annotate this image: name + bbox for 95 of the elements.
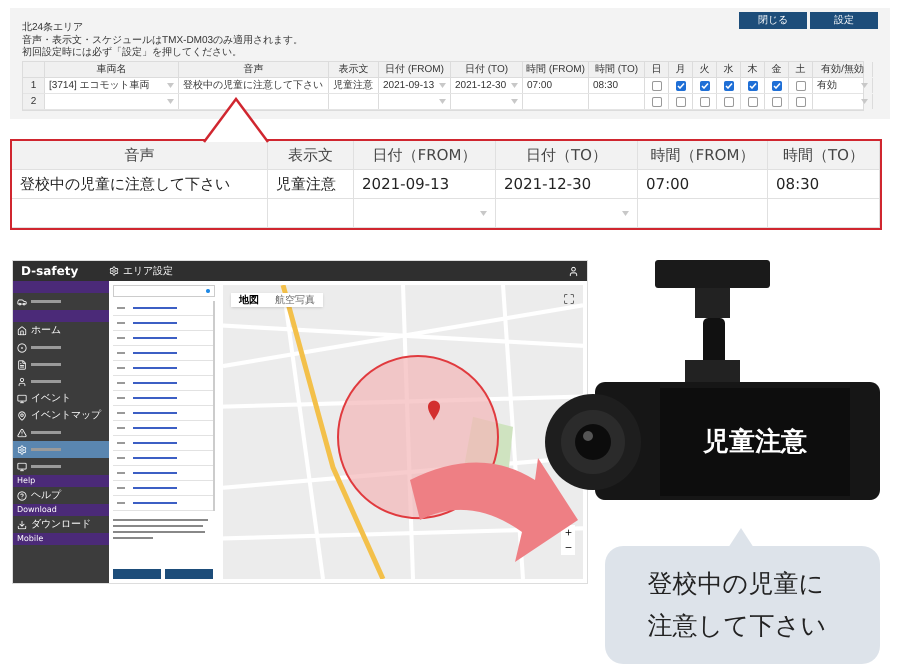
column-header: 音声: [179, 62, 329, 77]
status-select[interactable]: 有効: [813, 78, 873, 93]
column-header: 火: [693, 62, 717, 77]
checkbox[interactable]: [724, 96, 734, 106]
column-header: 表示文: [329, 62, 379, 77]
menu-icon: [17, 296, 27, 306]
note-text: 音声・表示文・スケジュールはTMX-DM03のみ適用されます。: [22, 35, 304, 46]
checkbox[interactable]: [748, 80, 758, 90]
column-header: 時間 (TO): [589, 62, 645, 77]
column-header: 時間（TO）: [768, 141, 880, 169]
column-header: 月: [669, 62, 693, 77]
column-header: 時間（FROM）: [638, 141, 768, 169]
settings-icon: [109, 266, 119, 276]
column-header: 金: [765, 62, 789, 77]
blurred-label: [31, 363, 61, 366]
bubble-text: 登校中の児童に注意して下さい: [648, 568, 828, 642]
sidebar-item[interactable]: ヘルプ: [13, 487, 109, 504]
menu-icon: [17, 394, 27, 404]
column-header: 日付（TO）: [496, 141, 638, 169]
menu-icon: [17, 410, 27, 420]
map-type-tab[interactable]: 地図: [231, 293, 267, 307]
area-title: 北24条エリア: [22, 20, 84, 34]
checkbox[interactable]: [700, 80, 710, 90]
sidebar-section-header: Mobile: [13, 533, 109, 545]
table-cell: 2021-12-30: [496, 170, 638, 198]
blurred-label: [31, 300, 61, 303]
checkbox[interactable]: [772, 96, 782, 106]
table-cell: 児童注意: [329, 78, 379, 93]
table-cell: 07:00: [523, 78, 589, 93]
table-cell: 登校中の児童に注意して下さい: [12, 170, 268, 198]
sidebar-item[interactable]: ホーム: [13, 322, 109, 339]
checkbox[interactable]: [676, 80, 686, 90]
checkbox[interactable]: [652, 96, 662, 106]
panel-button[interactable]: 閉じる: [739, 12, 807, 29]
column-header: 時間 (FROM): [523, 62, 589, 77]
column-header: 木: [741, 62, 765, 77]
checkbox[interactable]: [796, 80, 806, 90]
menu-icon: [17, 360, 27, 370]
table-cell: 2021-09-13: [354, 170, 496, 198]
sidebar-item[interactable]: ダウンロード: [13, 516, 109, 533]
checkbox[interactable]: [724, 80, 734, 90]
zoom-control[interactable]: [561, 525, 575, 555]
checkbox[interactable]: [652, 80, 662, 90]
column-header: 日: [645, 62, 669, 77]
table-cell: 08:30: [589, 78, 645, 93]
date-select[interactable]: 2021-09-13: [379, 78, 451, 93]
menu-icon: [17, 462, 27, 472]
zoom-in-icon[interactable]: [564, 528, 572, 537]
screen-text: 児童注意: [703, 426, 807, 458]
sidebar-section-header: Download: [13, 504, 109, 516]
note-text: 初回設定時には必ず「設定」を押してください。: [22, 47, 243, 59]
column-header: 有効/無効: [813, 62, 873, 77]
page-title: エリア設定: [123, 264, 173, 278]
table-cell: 児童注意: [268, 170, 354, 198]
menu-icon: [17, 342, 27, 352]
blurred-label: [31, 431, 61, 434]
menu-icon: [17, 376, 27, 386]
brand-name: D-safety: [21, 263, 80, 280]
select-field[interactable]: [113, 285, 215, 297]
menu-icon: [17, 428, 27, 438]
map-type-tab[interactable]: 航空写真: [267, 293, 323, 307]
date-select[interactable]: 2021-12-30: [451, 78, 523, 93]
fullscreen-icon[interactable]: [563, 293, 575, 305]
menu-icon: [17, 326, 27, 336]
checkbox[interactable]: [676, 96, 686, 106]
menu-icon: [17, 490, 27, 500]
column-header: 表示文: [268, 141, 354, 169]
table-cell: 08:30: [768, 170, 880, 198]
checkbox[interactable]: [700, 96, 710, 106]
column-header: 水: [717, 62, 741, 77]
column-header: 日付 (FROM): [379, 62, 451, 77]
blurred-label: [31, 448, 61, 451]
blurred-label: [31, 380, 61, 383]
table-cell: 07:00: [638, 170, 768, 198]
vehicle-select[interactable]: [3714] エコモット車両: [45, 78, 179, 93]
sidebar-item[interactable]: イベント: [13, 390, 109, 407]
column-header: 車両名: [45, 62, 179, 77]
panel-button[interactable]: 設定: [810, 12, 878, 29]
column-header: 土: [789, 62, 813, 77]
user-icon[interactable]: [568, 266, 579, 276]
sidebar-item[interactable]: イベントマップ: [13, 407, 109, 424]
checkbox[interactable]: [772, 80, 782, 90]
row-number: 2: [23, 94, 45, 109]
column-header: 音声: [12, 141, 268, 169]
row-number: 1: [23, 78, 45, 93]
blurred-label: [31, 346, 61, 349]
checkbox[interactable]: [796, 96, 806, 106]
column-header: 日付（FROM）: [354, 141, 496, 169]
blurred-label: [31, 465, 61, 468]
menu-icon: [17, 520, 27, 530]
menu-icon: [17, 444, 27, 454]
table-cell: 登校中の児童に注意して下さい: [179, 78, 329, 93]
checkbox[interactable]: [748, 96, 758, 106]
sidebar-section-header: Help: [13, 475, 109, 487]
column-header: 日付 (TO): [451, 62, 523, 77]
